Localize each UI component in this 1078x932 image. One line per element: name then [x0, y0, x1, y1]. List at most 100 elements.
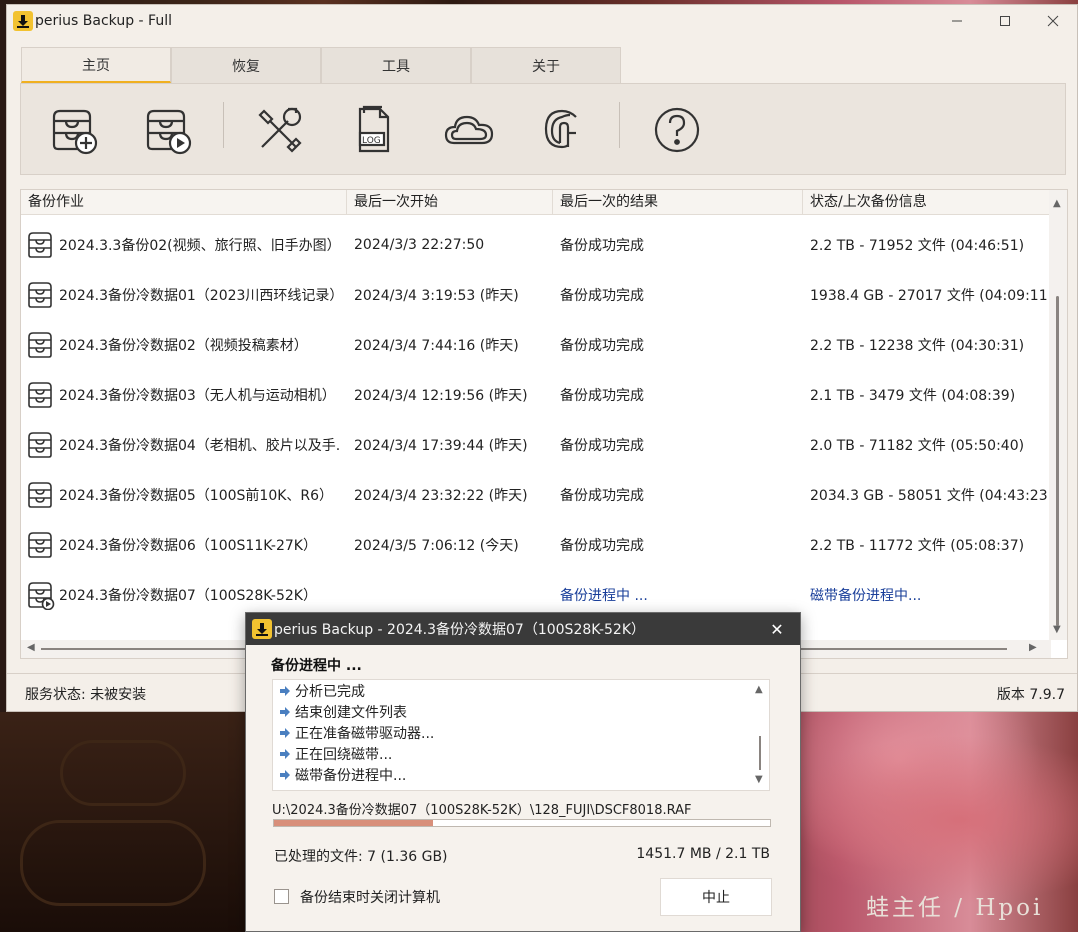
progress-heading: 备份进程中 ... — [271, 658, 362, 674]
tab-restore[interactable]: 恢复 — [171, 47, 321, 83]
job-name: 2024.3备份冷数据03（无人机与运动相机） — [59, 388, 336, 404]
toolbar-separator — [619, 102, 620, 148]
list-item: 分析已完成 — [273, 680, 769, 701]
log-icon[interactable]: LOG — [341, 98, 405, 162]
list-item: 正在准备磁带驱动器... — [273, 722, 769, 743]
last-result-cell: 备份成功完成 — [560, 538, 644, 554]
scrollbar-thumb[interactable] — [759, 736, 761, 770]
restore-icon[interactable] — [531, 98, 595, 162]
job-name-cell: 2024.3备份冷数据03（无人机与运动相机） — [21, 380, 347, 410]
progress-log-list[interactable]: 分析已完成 结束创建文件列表 正在准备磁带驱动器... 正在回绕磁带... 磁带备份进程… — [272, 679, 770, 791]
app-logo-icon — [13, 11, 33, 31]
status-cell: 2.1 TB - 3479 文件 (04:08:39) — [810, 388, 1016, 404]
scroll-up-icon[interactable]: ▲ — [1053, 198, 1061, 209]
table-row[interactable]: 2024.3备份冷数据02（视频投稿素材） 2024/3/4 7:44:16 (昨… — [21, 320, 1049, 370]
status-cell: 2.0 TB - 71182 文件 (05:50:40) — [810, 438, 1025, 454]
job-name-cell: 2024.3备份冷数据05（100S前10K、R6） — [21, 480, 347, 510]
toolbar-separator — [223, 102, 224, 148]
version-label: 版本 7.9.7 — [996, 687, 1065, 703]
last-result-cell: 备份成功完成 — [560, 238, 644, 254]
status-cell: 磁带备份进程中... — [810, 588, 922, 604]
last-start-cell: 2024/3/5 7:06:12 (今天) — [354, 538, 519, 554]
new-backup-icon[interactable] — [41, 98, 105, 162]
column-header-last-result[interactable]: 最后一次的结果 — [553, 190, 803, 214]
window-title: perius Backup - Full — [35, 13, 172, 29]
log-text: 分析已完成 — [295, 683, 365, 700]
close-icon[interactable] — [1029, 5, 1077, 37]
vertical-scrollbar[interactable]: ▲ ▼ — [751, 680, 769, 790]
shutdown-checkbox-label[interactable]: 备份结束时关闭计算机 — [300, 887, 440, 907]
table-row[interactable]: 2024.3备份冷数据01（2023川西环线记录） 2024/3/4 3:19:5… — [21, 270, 1049, 320]
list-item: 正在回绕磁带... — [273, 743, 769, 764]
close-icon[interactable]: ✕ — [754, 620, 800, 639]
last-start-cell: 2024/3/4 7:44:16 (昨天) — [354, 338, 519, 354]
last-start-cell: 2024/3/4 23:32:22 (昨天) — [354, 488, 528, 504]
backup-job-icon — [28, 232, 52, 258]
backup-job-icon — [28, 532, 52, 558]
last-result-cell: 备份成功完成 — [560, 488, 644, 504]
minimize-icon[interactable] — [933, 5, 981, 37]
scroll-up-icon[interactable]: ▲ — [755, 684, 763, 695]
tab-about[interactable]: 关于 — [471, 47, 621, 83]
table-row[interactable]: 2024.3备份冷数据04（老相机、胶片以及手... 2024/3/4 17:39… — [21, 420, 1049, 470]
column-header-job[interactable]: 备份作业 — [21, 190, 347, 214]
job-name: 2024.3备份冷数据05（100S前10K、R6） — [59, 488, 334, 504]
last-result-cell: 备份成功完成 — [560, 288, 644, 304]
cloud-icon[interactable] — [437, 98, 501, 162]
shutdown-checkbox[interactable] — [274, 889, 289, 904]
job-name: 2024.3.3备份02(视频、旅行照、旧手办图） — [59, 238, 341, 254]
job-name-cell: 2024.3备份冷数据07（100S28K-52K） — [21, 580, 347, 610]
table-row[interactable]: 2024.3.3备份02(视频、旅行照、旧手办图） 2024/3/3 22:27:… — [21, 220, 1049, 270]
vertical-scrollbar[interactable]: ▲ ▼ — [1049, 190, 1067, 640]
scroll-down-icon[interactable]: ▼ — [1053, 624, 1061, 635]
main-window: perius Backup - Full 主页 恢复 工具 关于 LOG 备份作… — [6, 4, 1078, 712]
tab-tools[interactable]: 工具 — [321, 47, 471, 83]
dialog-title: perius Backup - 2024.3备份冷数据07（100S28K-52… — [274, 622, 646, 638]
run-backup-icon[interactable] — [135, 98, 199, 162]
job-name-cell: 2024.3备份冷数据04（老相机、胶片以及手... — [21, 430, 347, 460]
last-start-cell: 2024/3/4 12:19:56 (昨天) — [354, 388, 528, 404]
processed-files: 已处理的文件: 7 (1.36 GB) — [274, 849, 448, 865]
job-name: 2024.3备份冷数据06（100S11K-27K） — [59, 538, 317, 554]
column-header-last-start[interactable]: 最后一次开始 — [347, 190, 553, 214]
table-row[interactable]: 2024.3备份冷数据06（100S11K-27K） 2024/3/5 7:06:… — [21, 520, 1049, 570]
processed-size: 1451.7 MB / 2.1 TB — [636, 846, 770, 862]
column-header-status[interactable]: 状态/上次备份信息 — [803, 190, 1047, 214]
tab-home[interactable]: 主页 — [21, 47, 171, 83]
last-result-cell: 备份成功完成 — [560, 438, 644, 454]
stop-button[interactable]: 中止 — [660, 878, 772, 916]
job-name-cell: 2024.3备份冷数据02（视频投稿素材） — [21, 330, 347, 360]
job-name-cell: 2024.3备份冷数据06（100S11K-27K） — [21, 530, 347, 560]
arrow-right-icon — [280, 748, 290, 759]
scroll-right-icon[interactable]: ▶ — [1029, 642, 1037, 653]
log-text: 正在准备磁带驱动器... — [295, 725, 435, 742]
table-row[interactable]: 2024.3备份冷数据05（100S前10K、R6） 2024/3/4 23:32… — [21, 470, 1049, 520]
backup-job-icon — [28, 382, 52, 408]
scroll-down-icon[interactable]: ▼ — [755, 774, 763, 785]
running-backup-job-icon — [28, 582, 55, 610]
last-result-cell: 备份成功完成 — [560, 338, 644, 354]
background-carving — [60, 740, 186, 806]
tools-icon[interactable] — [247, 98, 311, 162]
arrow-right-icon — [280, 769, 290, 780]
arrow-right-icon — [280, 685, 290, 696]
status-cell: 2.2 TB - 12238 文件 (04:30:31) — [810, 338, 1025, 354]
help-icon[interactable] — [645, 98, 709, 162]
log-text: 正在回绕磁带... — [295, 746, 393, 763]
status-cell: 1938.4 GB - 27017 文件 (04:09:11) — [810, 288, 1047, 304]
last-result-cell: 备份成功完成 — [560, 388, 644, 404]
maximize-icon[interactable] — [981, 5, 1029, 37]
job-name-cell: 2024.3.3备份02(视频、旅行照、旧手办图） — [21, 230, 347, 260]
scroll-left-icon[interactable]: ◀ — [27, 642, 35, 653]
dialog-title-bar: perius Backup - 2024.3备份冷数据07（100S28K-52… — [246, 613, 800, 645]
log-text: 磁带备份进程中... — [295, 767, 407, 784]
job-name: 2024.3备份冷数据07（100S28K-52K） — [59, 588, 317, 604]
last-result-cell: 备份进程中 ... — [560, 588, 648, 604]
job-name: 2024.3备份冷数据02（视频投稿素材） — [59, 338, 308, 354]
job-name-cell: 2024.3备份冷数据01（2023川西环线记录） — [21, 280, 347, 310]
table-row[interactable]: 2024.3备份冷数据03（无人机与运动相机） 2024/3/4 12:19:56… — [21, 370, 1049, 420]
current-file-path: U:\2024.3备份冷数据07（100S28K-52K）\128_FUJI\D… — [272, 803, 692, 818]
last-start-cell: 2024/3/3 22:27:50 — [354, 237, 485, 253]
arrow-right-icon — [280, 706, 290, 717]
scrollbar-thumb[interactable] — [1056, 296, 1059, 626]
